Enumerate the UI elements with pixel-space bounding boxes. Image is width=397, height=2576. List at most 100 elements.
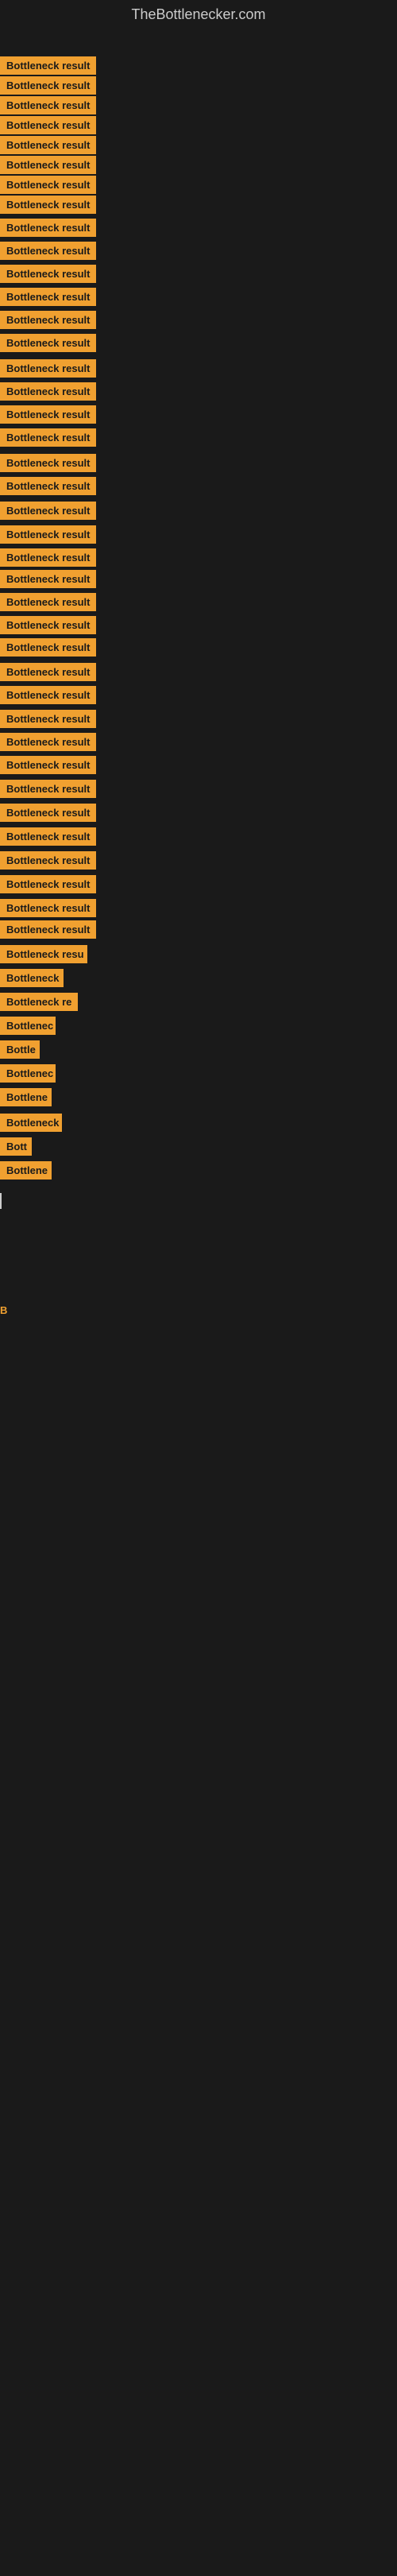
bottleneck-item: Bottleneck result (0, 570, 96, 592)
bottleneck-badge[interactable]: Bottlene (0, 1088, 52, 1106)
bottleneck-item: Bottleneck result (0, 334, 96, 356)
bottleneck-badge[interactable]: Bottlenec (0, 1017, 56, 1035)
bottleneck-item: Bottlenec (0, 1064, 56, 1087)
bottleneck-badge[interactable]: Bottleneck result (0, 96, 96, 114)
bottleneck-item: Bottleneck (0, 969, 64, 991)
bottleneck-item: Bottleneck result (0, 851, 96, 874)
bottleneck-badge[interactable]: Bottleneck result (0, 334, 96, 352)
text-cursor (0, 1193, 2, 1209)
bottleneck-badge[interactable]: Bottleneck result (0, 477, 96, 495)
bottleneck-badge[interactable]: Bottleneck result (0, 920, 96, 939)
bottleneck-badge[interactable]: Bottleneck (0, 1114, 62, 1132)
bottleneck-item: Bottleneck result (0, 593, 96, 615)
bottleneck-item: Bottleneck result (0, 219, 96, 241)
bottleneck-item: Bottleneck result (0, 804, 96, 826)
site-header: TheBottlenecker.com (0, 0, 397, 33)
bottleneck-item: Bottleneck result (0, 405, 96, 428)
bottleneck-badge[interactable]: Bottlene (0, 1161, 52, 1180)
bottleneck-badge[interactable]: Bottleneck result (0, 288, 96, 306)
bottleneck-badge[interactable]: Bottleneck result (0, 196, 96, 214)
bottleneck-item: Bottle (0, 1040, 40, 1063)
bottleneck-item: Bottleneck result (0, 136, 96, 158)
bottleneck-item: Bottleneck result (0, 156, 96, 178)
bottleneck-item: Bottleneck result (0, 899, 96, 921)
bottleneck-item: Bottleneck result (0, 477, 96, 499)
bottleneck-item: Bottleneck result (0, 454, 96, 476)
bottleneck-badge[interactable]: Bottleneck result (0, 502, 96, 520)
bottleneck-badge[interactable]: Bottleneck result (0, 710, 96, 728)
bottleneck-badge[interactable]: Bottleneck result (0, 265, 96, 283)
bottleneck-item: Bottleneck result (0, 710, 96, 732)
bottleneck-item: Bottleneck result (0, 920, 96, 943)
bottleneck-badge[interactable]: Bottleneck result (0, 756, 96, 774)
bottleneck-badge[interactable]: Bottleneck result (0, 56, 96, 75)
bottleneck-badge[interactable]: Bottleneck result (0, 875, 96, 893)
small-b-label: B (0, 1304, 7, 1316)
bottleneck-badge[interactable]: Bottleneck result (0, 428, 96, 447)
bottleneck-badge[interactable]: Bottleneck result (0, 827, 96, 846)
bottleneck-item: Bottleneck result (0, 756, 96, 778)
bottleneck-item: Bottleneck result (0, 265, 96, 287)
bottleneck-item: Bottleneck result (0, 242, 96, 264)
bottleneck-item: Bottleneck result (0, 56, 96, 79)
bottleneck-badge[interactable]: Bottleneck result (0, 851, 96, 870)
bottleneck-badge[interactable]: Bottleneck result (0, 242, 96, 260)
bottleneck-badge[interactable]: Bottleneck result (0, 780, 96, 798)
bottleneck-item: Bottleneck result (0, 428, 96, 451)
bottleneck-badge[interactable]: Bottleneck result (0, 311, 96, 329)
bottleneck-item: Bottleneck result (0, 686, 96, 708)
bottleneck-item: Bottlene (0, 1161, 52, 1183)
bottleneck-badge[interactable]: Bottle (0, 1040, 40, 1059)
bottleneck-badge[interactable]: Bottleneck result (0, 382, 96, 401)
bottleneck-badge[interactable]: Bottleneck resu (0, 945, 87, 963)
bottleneck-badge[interactable]: Bottleneck result (0, 593, 96, 611)
bottleneck-item: Bottleneck result (0, 359, 96, 382)
bottleneck-item: Bottleneck result (0, 638, 96, 660)
bottleneck-badge[interactable]: Bottleneck re (0, 993, 78, 1011)
bottleneck-item: Bottleneck resu (0, 945, 87, 967)
bottleneck-item: Bottleneck result (0, 733, 96, 755)
bottleneck-badge[interactable]: Bottleneck result (0, 116, 96, 134)
bottleneck-badge[interactable]: Bottleneck result (0, 638, 96, 657)
bottleneck-badge[interactable]: Bottleneck (0, 969, 64, 987)
bottleneck-item: Bottleneck re (0, 993, 78, 1015)
bottleneck-item: Bottleneck result (0, 311, 96, 333)
bottleneck-badge[interactable]: Bottleneck result (0, 525, 96, 544)
bottleneck-badge[interactable]: Bottlenec (0, 1064, 56, 1083)
bottleneck-badge[interactable]: Bottleneck result (0, 686, 96, 704)
bottleneck-item: Bottlenec (0, 1017, 56, 1039)
bottleneck-item: Bottleneck (0, 1114, 62, 1136)
bottleneck-item: Bottleneck result (0, 780, 96, 802)
bottleneck-badge[interactable]: Bottleneck result (0, 219, 96, 237)
bottleneck-item: Bottleneck result (0, 875, 96, 897)
bottleneck-badge[interactable]: Bottleneck result (0, 663, 96, 681)
bottleneck-badge[interactable]: Bottleneck result (0, 405, 96, 424)
bottleneck-container: Bottleneck result Bottleneck result Bottle… (0, 33, 397, 2576)
site-title: TheBottlenecker.com (131, 6, 265, 22)
bottleneck-item: Bottleneck result (0, 196, 96, 218)
bottleneck-item: Bottleneck result (0, 663, 96, 685)
bottleneck-badge[interactable]: Bottleneck result (0, 454, 96, 472)
bottleneck-badge[interactable]: Bottleneck result (0, 570, 96, 588)
bottleneck-item: Bott (0, 1137, 32, 1160)
bottleneck-item: Bottleneck result (0, 76, 96, 99)
bottleneck-badge[interactable]: Bottleneck result (0, 548, 96, 567)
bottleneck-badge[interactable]: Bottleneck result (0, 616, 96, 634)
bottleneck-badge[interactable]: Bottleneck result (0, 359, 96, 378)
bottleneck-item: Bottleneck result (0, 382, 96, 405)
bottleneck-badge[interactable]: Bottleneck result (0, 804, 96, 822)
bottleneck-badge[interactable]: Bott (0, 1137, 32, 1156)
bottleneck-item: Bottleneck result (0, 525, 96, 548)
bottleneck-badge[interactable]: Bottleneck result (0, 156, 96, 174)
bottleneck-badge[interactable]: Bottleneck result (0, 76, 96, 95)
bottleneck-item: Bottleneck result (0, 502, 96, 524)
bottleneck-item: Bottleneck result (0, 616, 96, 638)
bottleneck-badge[interactable]: Bottleneck result (0, 176, 96, 194)
bottleneck-item: Bottleneck result (0, 116, 96, 138)
bottleneck-badge[interactable]: Bottleneck result (0, 733, 96, 751)
bottleneck-item: Bottleneck result (0, 548, 96, 571)
bottleneck-item: Bottleneck result (0, 288, 96, 310)
bottleneck-item: Bottlene (0, 1088, 52, 1110)
bottleneck-badge[interactable]: Bottleneck result (0, 899, 96, 917)
bottleneck-badge[interactable]: Bottleneck result (0, 136, 96, 154)
